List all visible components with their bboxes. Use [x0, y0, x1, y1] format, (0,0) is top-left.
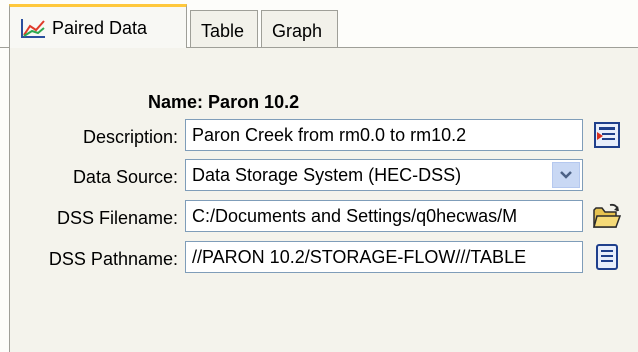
description-label: Description:: [82, 127, 178, 147]
data-source-label: Data Source:: [72, 167, 178, 187]
tab-table[interactable]: Table: [190, 10, 258, 50]
name-label: Name: Paron 10.2: [148, 92, 300, 112]
dss-pathname-label: DSS Pathname:: [48, 249, 178, 269]
tab-paired-data[interactable]: Paired Data: [9, 4, 187, 48]
edit-text-icon[interactable]: [591, 119, 623, 151]
open-folder-icon[interactable]: [591, 200, 623, 232]
tab-paired-data-label: Paired Data: [52, 17, 148, 38]
paired-data-editor: Paired Data Table Graph Name: Paron 10.2…: [0, 0, 638, 352]
dss-filename-field[interactable]: C:/Documents and Settings/q0hecwas/M: [185, 200, 583, 232]
dss-pathname-field[interactable]: //PARON 10.2/STORAGE-FLOW///TABLE: [185, 241, 583, 273]
chevron-down-icon[interactable]: [552, 162, 580, 188]
tab-graph-label: Graph: [272, 20, 323, 41]
tab-table-label: Table: [201, 20, 245, 41]
data-source-select[interactable]: Data Storage System (HEC-DSS): [185, 159, 583, 191]
data-source-value: Data Storage System (HEC-DSS): [192, 164, 462, 185]
name-value: Paron 10.2: [208, 92, 300, 112]
select-path-icon[interactable]: [591, 241, 623, 273]
dss-filename-label: DSS Filename:: [56, 208, 178, 228]
paired-data-graph-icon: [20, 17, 46, 39]
tab-graph[interactable]: Graph: [261, 10, 338, 50]
paired-data-panel: Name: Paron 10.2 Description: Paron Cree…: [9, 47, 638, 352]
description-field[interactable]: Paron Creek from rm0.0 to rm10.2: [185, 119, 583, 151]
